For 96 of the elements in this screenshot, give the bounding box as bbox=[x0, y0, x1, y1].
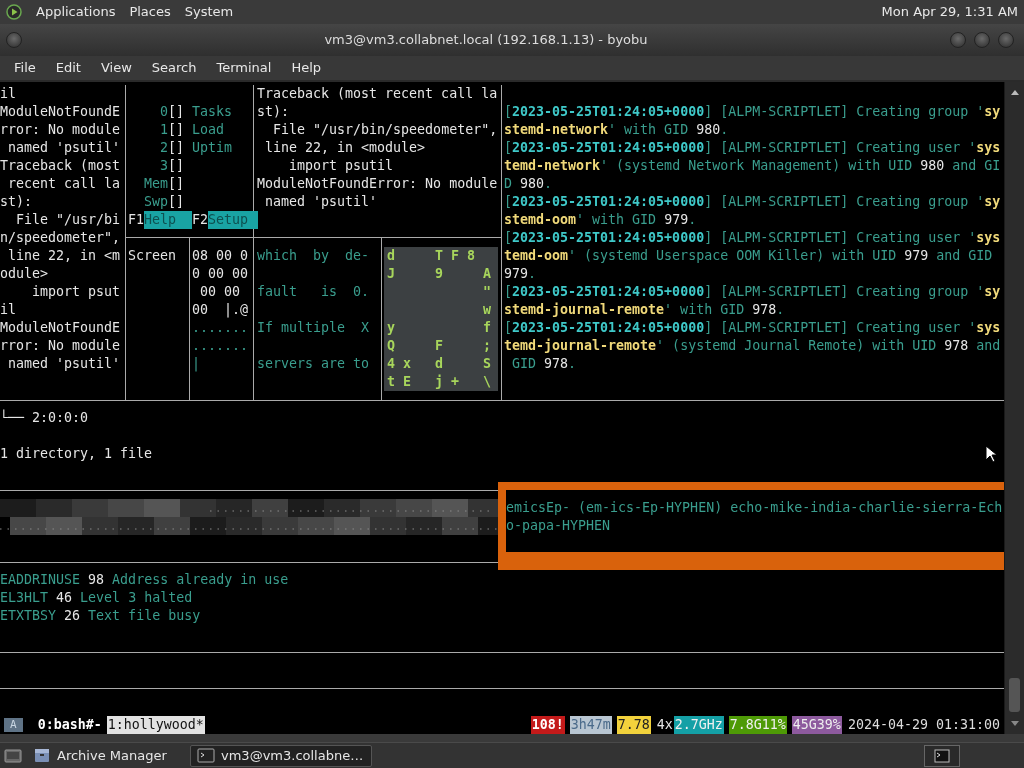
errno-line: EL3HLT 46 Level 3 halted bbox=[0, 589, 193, 607]
panel-menu[interactable]: Places bbox=[129, 2, 171, 22]
matrix-row: J 9 A bbox=[387, 265, 492, 283]
menu-item[interactable]: Terminal bbox=[206, 58, 282, 78]
scrollbar-thumb[interactable] bbox=[1009, 678, 1020, 712]
meter-legend: Uptim bbox=[192, 139, 233, 157]
status-indicator: 45G39% bbox=[791, 716, 842, 734]
terminal-line: ModuleNotFoundError: No module named 'psutil' bbox=[257, 175, 499, 211]
meter-label: 3 bbox=[159, 157, 168, 175]
terminal-line: il bbox=[0, 85, 17, 103]
hex-line: 0 00 00 bbox=[192, 265, 249, 283]
function-key: F1 bbox=[128, 211, 144, 229]
man-page-line: If multiple X bbox=[257, 319, 370, 337]
menu-item[interactable]: Help bbox=[281, 58, 332, 78]
window-tab[interactable]: 0:bash#- bbox=[36, 716, 103, 734]
matrix-row: d T F 8 bbox=[387, 247, 476, 265]
meter-value: [] bbox=[168, 175, 185, 193]
terminal-icon bbox=[197, 747, 215, 764]
meter-label: Mem bbox=[143, 175, 168, 193]
log-entry: [2023-05-25T01:24:05+0000] [ALPM-SCRIPTLET] Creating group 'systemd-network' with GID 980. bbox=[504, 103, 1002, 139]
terminal-launcher-button[interactable] bbox=[924, 744, 960, 767]
menu-item[interactable]: Search bbox=[141, 58, 207, 78]
show-desktop-icon[interactable] bbox=[4, 746, 22, 765]
archive-box-icon bbox=[33, 747, 51, 764]
terminal-line: ModuleNotFoundError: No module named 'psutil' bbox=[0, 103, 122, 157]
meter-value: [] bbox=[168, 139, 185, 157]
meter-label: Swp bbox=[143, 193, 168, 211]
scrollbar[interactable] bbox=[1004, 82, 1024, 734]
matrix-row: y f bbox=[387, 319, 492, 337]
errno-line: ETXTBSY 26 Text file busy bbox=[0, 607, 201, 625]
function-key: F2 bbox=[192, 211, 209, 229]
menu-item[interactable]: Edit bbox=[45, 58, 91, 78]
man-page-line: fault is 0. bbox=[257, 283, 370, 301]
man-page-line: which by de- bbox=[257, 247, 370, 265]
window-title: vm3@vm3.collabnet.local (192.168.1.13) - byobu bbox=[323, 31, 649, 50]
matrix-row-text: " bbox=[482, 283, 492, 301]
matrix-row: Q F ; bbox=[387, 337, 492, 355]
hex-line: ....... bbox=[192, 337, 249, 355]
log-entry: [2023-05-25T01:24:05+0000] [ALPM-SCRIPTLET] Creating group 'systemd-oom' with GID 979. bbox=[504, 193, 1002, 229]
status-indicator: 2024-04-29 01:31:00 bbox=[846, 716, 1001, 734]
taskbar-button[interactable]: Archive Manager bbox=[26, 744, 186, 767]
hex-line: 00 00 bbox=[199, 283, 241, 301]
errno-line: EADDRINUSE 98 Address already in use bbox=[0, 571, 289, 589]
terminal-line: import psutil bbox=[288, 157, 395, 175]
status-indicator: 3h47m bbox=[569, 716, 612, 734]
meter-legend: Tasks bbox=[192, 103, 233, 121]
man-page-line: servers are to bbox=[257, 355, 370, 373]
taskbar-button[interactable]: vm3@vm3.collabne… bbox=[190, 744, 372, 767]
pane-label: Screen bbox=[128, 247, 177, 265]
maximize-button[interactable] bbox=[974, 32, 990, 48]
status-indicator: 108! bbox=[530, 716, 565, 734]
meter-label: 2 bbox=[159, 139, 168, 157]
menu-logo-icon[interactable] bbox=[6, 4, 22, 20]
meter-value: [] bbox=[168, 121, 185, 139]
close-button[interactable] bbox=[998, 32, 1014, 48]
panel-menu[interactable]: Applications bbox=[36, 2, 116, 22]
terminal-line: import psutil bbox=[0, 283, 122, 319]
meter-value: [] bbox=[168, 157, 185, 175]
meter-label: 0 bbox=[159, 103, 168, 121]
status-indicator: 4x bbox=[655, 716, 674, 734]
minimize-button[interactable] bbox=[950, 32, 966, 48]
hex-line: 00 |.@ bbox=[192, 301, 249, 319]
panel-clock[interactable]: Mon Apr 29, 1:31 AM bbox=[881, 2, 1018, 22]
mouse-pointer-icon bbox=[985, 445, 998, 463]
terminal-line: Traceback (most recent call last): bbox=[257, 85, 499, 121]
tree-line: └── 2:0:0:0 bbox=[0, 409, 89, 427]
scroll-up-icon[interactable] bbox=[1008, 88, 1021, 96]
hex-line: ....... bbox=[192, 319, 249, 337]
meter-value: [] bbox=[168, 193, 185, 211]
log-entry: [2023-05-25T01:24:05+0000] [ALPM-SCRIPTLET] Creating group 'systemd-journal-remote' with GID 978. bbox=[504, 283, 1002, 319]
announce-text: emicsEp- (em-ics-Ep-HYPHEN) echo-mike-india-charlie-sierra-Echo-papa-HYPHEN bbox=[506, 499, 1004, 535]
log-entry: [2023-05-25T01:24:05+0000] [ALPM-SCRIPTLET] Creating user 'systemd-journal-remote' (systemd Journal Remote) with UID 978 and GID 978. bbox=[504, 319, 1002, 373]
tree-summary: 1 directory, 1 file bbox=[0, 445, 153, 463]
terminal-line: ModuleNotFoundError: No module named 'psutil' bbox=[0, 319, 122, 373]
scroll-down-icon[interactable] bbox=[1009, 720, 1021, 728]
menu-item[interactable]: File bbox=[4, 58, 46, 78]
panel-menu[interactable]: System bbox=[184, 2, 234, 22]
status-indicator: 2.7GHz bbox=[673, 716, 724, 734]
terminal-icon bbox=[934, 748, 950, 763]
log-entry: [2023-05-25T01:24:05+0000] [ALPM-SCRIPTLET] Creating user 'systemd-oom' (systemd Userspace OOM Killer) with UID 979 and GID 979. bbox=[504, 229, 1002, 283]
hex-line: | bbox=[192, 355, 200, 373]
log-entry: [2023-05-25T01:24:05+0000] [ALPM-SCRIPTLET] Creating user 'systemd-network' (systemd Network Management) with UID 980 and GID 980. bbox=[504, 139, 1002, 193]
meter-value: [] bbox=[168, 103, 185, 121]
status-indicator: 7.8G11% bbox=[728, 716, 787, 734]
matrix-row: t E j + \ bbox=[387, 373, 492, 391]
terminal-line: Traceback (most recent call last): bbox=[0, 157, 122, 211]
status-indicator: 7.78 bbox=[616, 716, 651, 734]
meter-legend: Load bbox=[192, 121, 225, 139]
window-tab[interactable]: 1:hollywood* bbox=[106, 716, 205, 734]
session-indicator: A bbox=[4, 718, 23, 732]
hex-line: 08 00 0 bbox=[192, 247, 249, 265]
matrix-row-text: w bbox=[482, 301, 492, 319]
window-menu-button[interactable] bbox=[6, 32, 22, 48]
matrix-row: 4 x d S bbox=[387, 355, 492, 373]
meter-label: 1 bbox=[159, 121, 168, 139]
menu-item[interactable]: View bbox=[90, 58, 142, 78]
